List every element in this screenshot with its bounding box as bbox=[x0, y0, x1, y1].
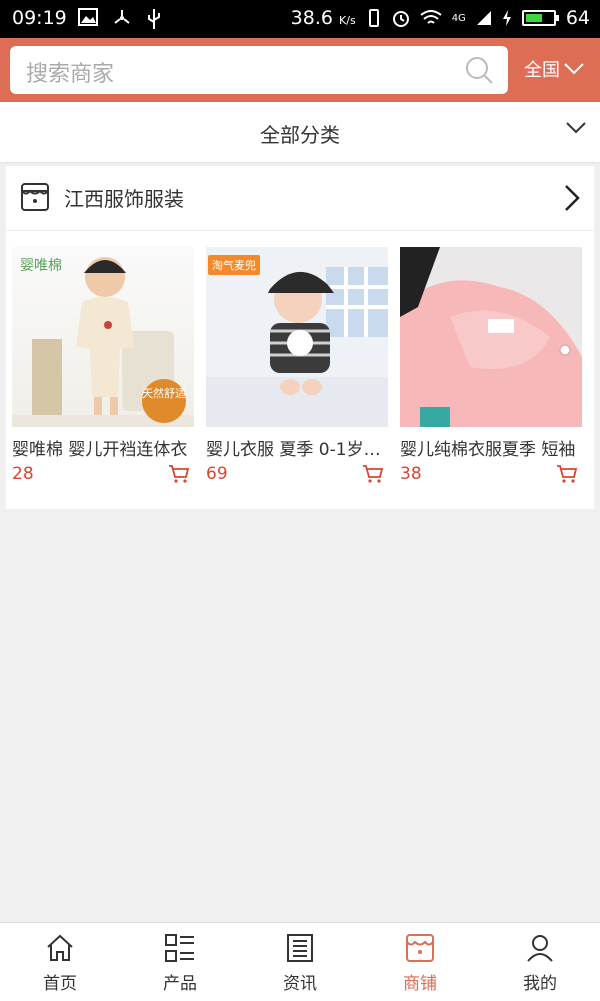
product-name: 婴儿衣服 夏季 0-1岁宝宝 bbox=[206, 440, 388, 460]
product-card[interactable]: 婴唯棉 天然舒适 婴唯棉 婴儿开裆连体衣 28 bbox=[12, 247, 194, 488]
status-time: 09:19 bbox=[12, 7, 67, 29]
nav-home[interactable]: 首页 bbox=[0, 923, 120, 1001]
nav-label: 我的 bbox=[523, 974, 557, 994]
battery-icon bbox=[521, 10, 559, 26]
product-name: 婴儿纯棉衣服夏季 短袖 bbox=[400, 440, 576, 460]
product-price: 28 bbox=[12, 464, 34, 484]
status-right: 38.6 K/s 4G 64 bbox=[291, 7, 590, 29]
cart-icon[interactable] bbox=[556, 464, 578, 484]
shop-card: 江西服饰服装 婴唯棉 天然舒适 婴唯棉 婴儿开裆连体衣 28 淘气麦兜 婴儿衣服… bbox=[6, 166, 594, 509]
shop-name: 江西服饰服装 bbox=[64, 187, 184, 211]
alarm-icon bbox=[392, 11, 409, 27]
nav-label: 商铺 bbox=[403, 974, 437, 994]
home-icon bbox=[47, 934, 73, 961]
search-input[interactable]: 搜索商家 bbox=[10, 46, 508, 94]
bottom-nav: 首页 产品 资讯 商铺 我的 bbox=[0, 922, 600, 1001]
status-left-icons bbox=[78, 8, 162, 30]
chevron-down-icon[interactable] bbox=[566, 122, 586, 134]
nav-label: 资讯 bbox=[283, 974, 317, 994]
category-label: 全部分类 bbox=[260, 123, 340, 147]
nav-products[interactable]: 产品 bbox=[120, 923, 240, 1001]
shop-header[interactable]: 江西服饰服装 bbox=[6, 166, 594, 231]
chevron-down-icon bbox=[564, 63, 584, 75]
product-badge: 天然舒适 bbox=[142, 379, 186, 423]
vibrate-icon bbox=[368, 9, 379, 27]
news-icon bbox=[287, 934, 313, 962]
network-type: 4G bbox=[451, 12, 466, 24]
signal-icon bbox=[476, 11, 491, 25]
cart-icon[interactable] bbox=[362, 464, 384, 484]
chevron-right-icon[interactable] bbox=[564, 184, 580, 212]
status-bar: 09:19 38.6 K/s 4G 64 bbox=[0, 0, 600, 38]
app-header: 搜索商家 全国 bbox=[0, 38, 600, 102]
product-card[interactable]: 婴儿纯棉衣服夏季 短袖 38 bbox=[400, 247, 582, 488]
wifi-icon bbox=[420, 10, 442, 24]
usb-icon bbox=[148, 9, 160, 29]
search-placeholder: 搜索商家 bbox=[26, 62, 115, 87]
product-image[interactable]: 婴唯棉 天然舒适 bbox=[12, 247, 194, 427]
product-card[interactable]: 淘气麦兜 婴儿衣服 夏季 0-1岁宝宝 69 bbox=[206, 247, 388, 488]
store-icon bbox=[21, 183, 49, 211]
network-speed: 38.6 K/s bbox=[290, 7, 356, 29]
product-price: 38 bbox=[400, 464, 422, 484]
nav-news[interactable]: 资讯 bbox=[240, 923, 360, 1001]
product-name: 婴唯棉 婴儿开裆连体衣 bbox=[12, 440, 188, 460]
image-icon bbox=[78, 8, 98, 26]
region-selector[interactable]: 全国 bbox=[524, 56, 584, 82]
nav-store[interactable]: 商铺 bbox=[360, 923, 480, 1001]
product-photo bbox=[400, 247, 582, 427]
user-icon bbox=[527, 935, 553, 962]
nav-label: 产品 bbox=[163, 974, 197, 994]
brand-tag: 淘气麦兜 bbox=[208, 255, 260, 275]
search-icon[interactable] bbox=[464, 55, 494, 85]
region-label: 全国 bbox=[524, 60, 560, 81]
charging-icon bbox=[502, 10, 511, 26]
store-icon bbox=[406, 934, 434, 962]
product-price: 69 bbox=[206, 464, 228, 484]
grid-list-icon bbox=[165, 934, 194, 962]
product-image[interactable] bbox=[400, 247, 582, 427]
cart-icon[interactable] bbox=[168, 464, 190, 484]
category-filter[interactable]: 全部分类 bbox=[0, 102, 600, 163]
product-image[interactable]: 淘气麦兜 bbox=[206, 247, 388, 427]
nav-label: 首页 bbox=[43, 974, 77, 994]
battery-percent: 64 bbox=[565, 7, 590, 29]
nav-profile[interactable]: 我的 bbox=[480, 923, 600, 1001]
fan-icon bbox=[114, 10, 130, 24]
